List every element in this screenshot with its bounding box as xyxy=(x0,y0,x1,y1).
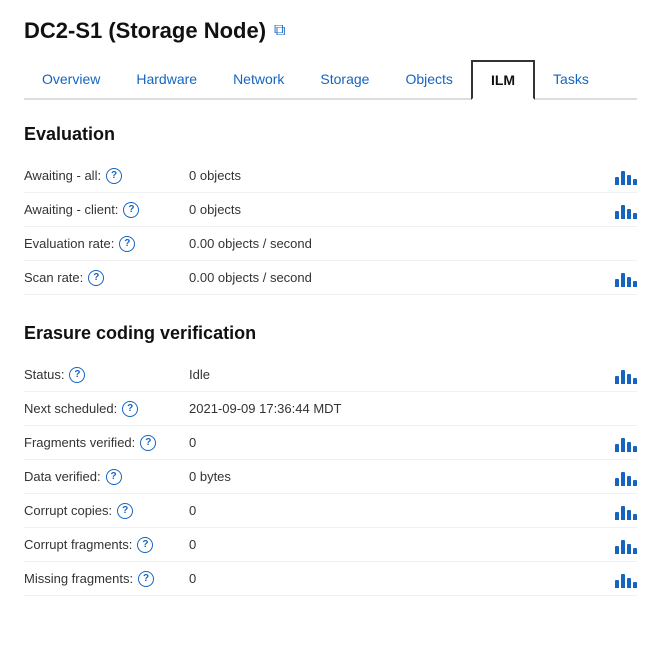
metric-label-corrupt-fragments: Corrupt fragments: ? xyxy=(24,537,189,553)
metric-value-eval-rate: 0.00 objects / second xyxy=(189,236,637,251)
metric-value-data-verified: 0 bytes xyxy=(189,469,615,484)
metric-label-scan-rate: Scan rate: ? xyxy=(24,270,189,286)
tab-storage[interactable]: Storage xyxy=(302,60,387,98)
help-icon-corrupt-copies[interactable]: ? xyxy=(117,503,133,519)
metric-label-status: Status: ? xyxy=(24,367,189,383)
metric-label-corrupt-copies: Corrupt copies: ? xyxy=(24,503,189,519)
chart-icon-corrupt-fragments[interactable] xyxy=(615,536,637,554)
erasure-coding-title: Erasure coding verification xyxy=(24,323,637,344)
metric-label-fragments-verified: Fragments verified: ? xyxy=(24,435,189,451)
metric-value-awaiting-all: 0 objects xyxy=(189,168,615,183)
metric-label-missing-fragments: Missing fragments: ? xyxy=(24,571,189,587)
metric-label-eval-rate: Evaluation rate: ? xyxy=(24,236,189,252)
metric-label-awaiting-all: Awaiting - all: ? xyxy=(24,168,189,184)
help-icon-fragments-verified[interactable]: ? xyxy=(140,435,156,451)
metric-label-next-scheduled: Next scheduled: ? xyxy=(24,401,189,417)
metric-row-eval-rate: Evaluation rate: ? 0.00 objects / second xyxy=(24,227,637,261)
metric-row-next-scheduled: Next scheduled: ? 2021-09-09 17:36:44 MD… xyxy=(24,392,637,426)
metric-value-missing-fragments: 0 xyxy=(189,571,615,586)
metric-value-corrupt-copies: 0 xyxy=(189,503,615,518)
evaluation-title: Evaluation xyxy=(24,124,637,145)
page-title: DC2-S1 (Storage Node) xyxy=(24,18,266,44)
help-icon-awaiting-client[interactable]: ? xyxy=(123,202,139,218)
help-icon-scan-rate[interactable]: ? xyxy=(88,270,104,286)
chart-icon-status[interactable] xyxy=(615,366,637,384)
metric-row-awaiting-all: Awaiting - all: ? 0 objects xyxy=(24,159,637,193)
metric-value-awaiting-client: 0 objects xyxy=(189,202,615,217)
chart-icon-corrupt-copies[interactable] xyxy=(615,502,637,520)
metric-row-missing-fragments: Missing fragments: ? 0 xyxy=(24,562,637,596)
help-icon-missing-fragments[interactable]: ? xyxy=(138,571,154,587)
metric-row-fragments-verified: Fragments verified: ? 0 xyxy=(24,426,637,460)
external-link-icon[interactable]: ⧉ xyxy=(274,22,285,40)
help-icon-data-verified[interactable]: ? xyxy=(106,469,122,485)
tab-network[interactable]: Network xyxy=(215,60,302,98)
metric-label-awaiting-client: Awaiting - client: ? xyxy=(24,202,189,218)
page-container: DC2-S1 (Storage Node) ⧉ Overview Hardwar… xyxy=(0,0,661,648)
tab-objects[interactable]: Objects xyxy=(387,60,470,98)
metric-row-scan-rate: Scan rate: ? 0.00 objects / second xyxy=(24,261,637,295)
chart-icon-awaiting-client[interactable] xyxy=(615,201,637,219)
metric-value-next-scheduled: 2021-09-09 17:36:44 MDT xyxy=(189,401,637,416)
help-icon-status[interactable]: ? xyxy=(69,367,85,383)
page-title-row: DC2-S1 (Storage Node) ⧉ xyxy=(24,18,637,44)
metric-row-data-verified: Data verified: ? 0 bytes xyxy=(24,460,637,494)
help-icon-awaiting-all[interactable]: ? xyxy=(106,168,122,184)
tab-hardware[interactable]: Hardware xyxy=(118,60,215,98)
metric-value-corrupt-fragments: 0 xyxy=(189,537,615,552)
metric-row-status: Status: ? Idle xyxy=(24,358,637,392)
help-icon-eval-rate[interactable]: ? xyxy=(119,236,135,252)
chart-icon-scan-rate[interactable] xyxy=(615,269,637,287)
metric-label-data-verified: Data verified: ? xyxy=(24,469,189,485)
tab-overview[interactable]: Overview xyxy=(24,60,118,98)
tabs-row: Overview Hardware Network Storage Object… xyxy=(24,60,637,100)
metric-row-corrupt-fragments: Corrupt fragments: ? 0 xyxy=(24,528,637,562)
evaluation-section: Evaluation Awaiting - all: ? 0 objects A… xyxy=(24,124,637,295)
metric-row-awaiting-client: Awaiting - client: ? 0 objects xyxy=(24,193,637,227)
metric-value-status: Idle xyxy=(189,367,615,382)
tab-ilm[interactable]: ILM xyxy=(471,60,535,100)
chart-icon-awaiting-all[interactable] xyxy=(615,167,637,185)
chart-icon-missing-fragments[interactable] xyxy=(615,570,637,588)
help-icon-corrupt-fragments[interactable]: ? xyxy=(137,537,153,553)
erasure-coding-section: Erasure coding verification Status: ? Id… xyxy=(24,323,637,596)
help-icon-next-scheduled[interactable]: ? xyxy=(122,401,138,417)
chart-icon-fragments-verified[interactable] xyxy=(615,434,637,452)
metric-row-corrupt-copies: Corrupt copies: ? 0 xyxy=(24,494,637,528)
metric-value-scan-rate: 0.00 objects / second xyxy=(189,270,615,285)
metric-value-fragments-verified: 0 xyxy=(189,435,615,450)
chart-icon-data-verified[interactable] xyxy=(615,468,637,486)
tab-tasks[interactable]: Tasks xyxy=(535,60,607,98)
